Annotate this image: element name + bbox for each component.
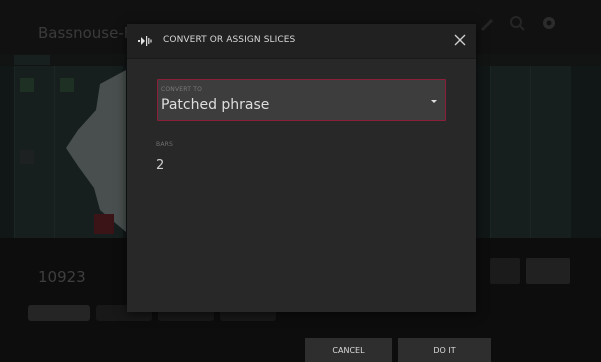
dialog-title: CONVERT OR ASSIGN SLICES [163,35,296,45]
close-icon[interactable] [454,34,466,46]
bars-value[interactable]: 2 [156,158,164,173]
dialog-header: CONVERT OR ASSIGN SLICES [127,24,476,59]
cancel-button[interactable]: CANCEL [305,338,392,362]
convert-to-value: Patched phrase [161,97,270,113]
convert-to-select[interactable]: CONVERT TO Patched phrase [157,79,446,121]
chevron-down-icon [431,100,437,103]
bars-label: BARS [156,141,173,148]
slice-convert-icon [138,36,152,46]
do-it-button[interactable]: DO IT [398,338,491,362]
convert-slices-dialog: CONVERT OR ASSIGN SLICES CONVERT TO Patc… [127,24,476,312]
convert-to-label: CONVERT TO [161,86,202,93]
